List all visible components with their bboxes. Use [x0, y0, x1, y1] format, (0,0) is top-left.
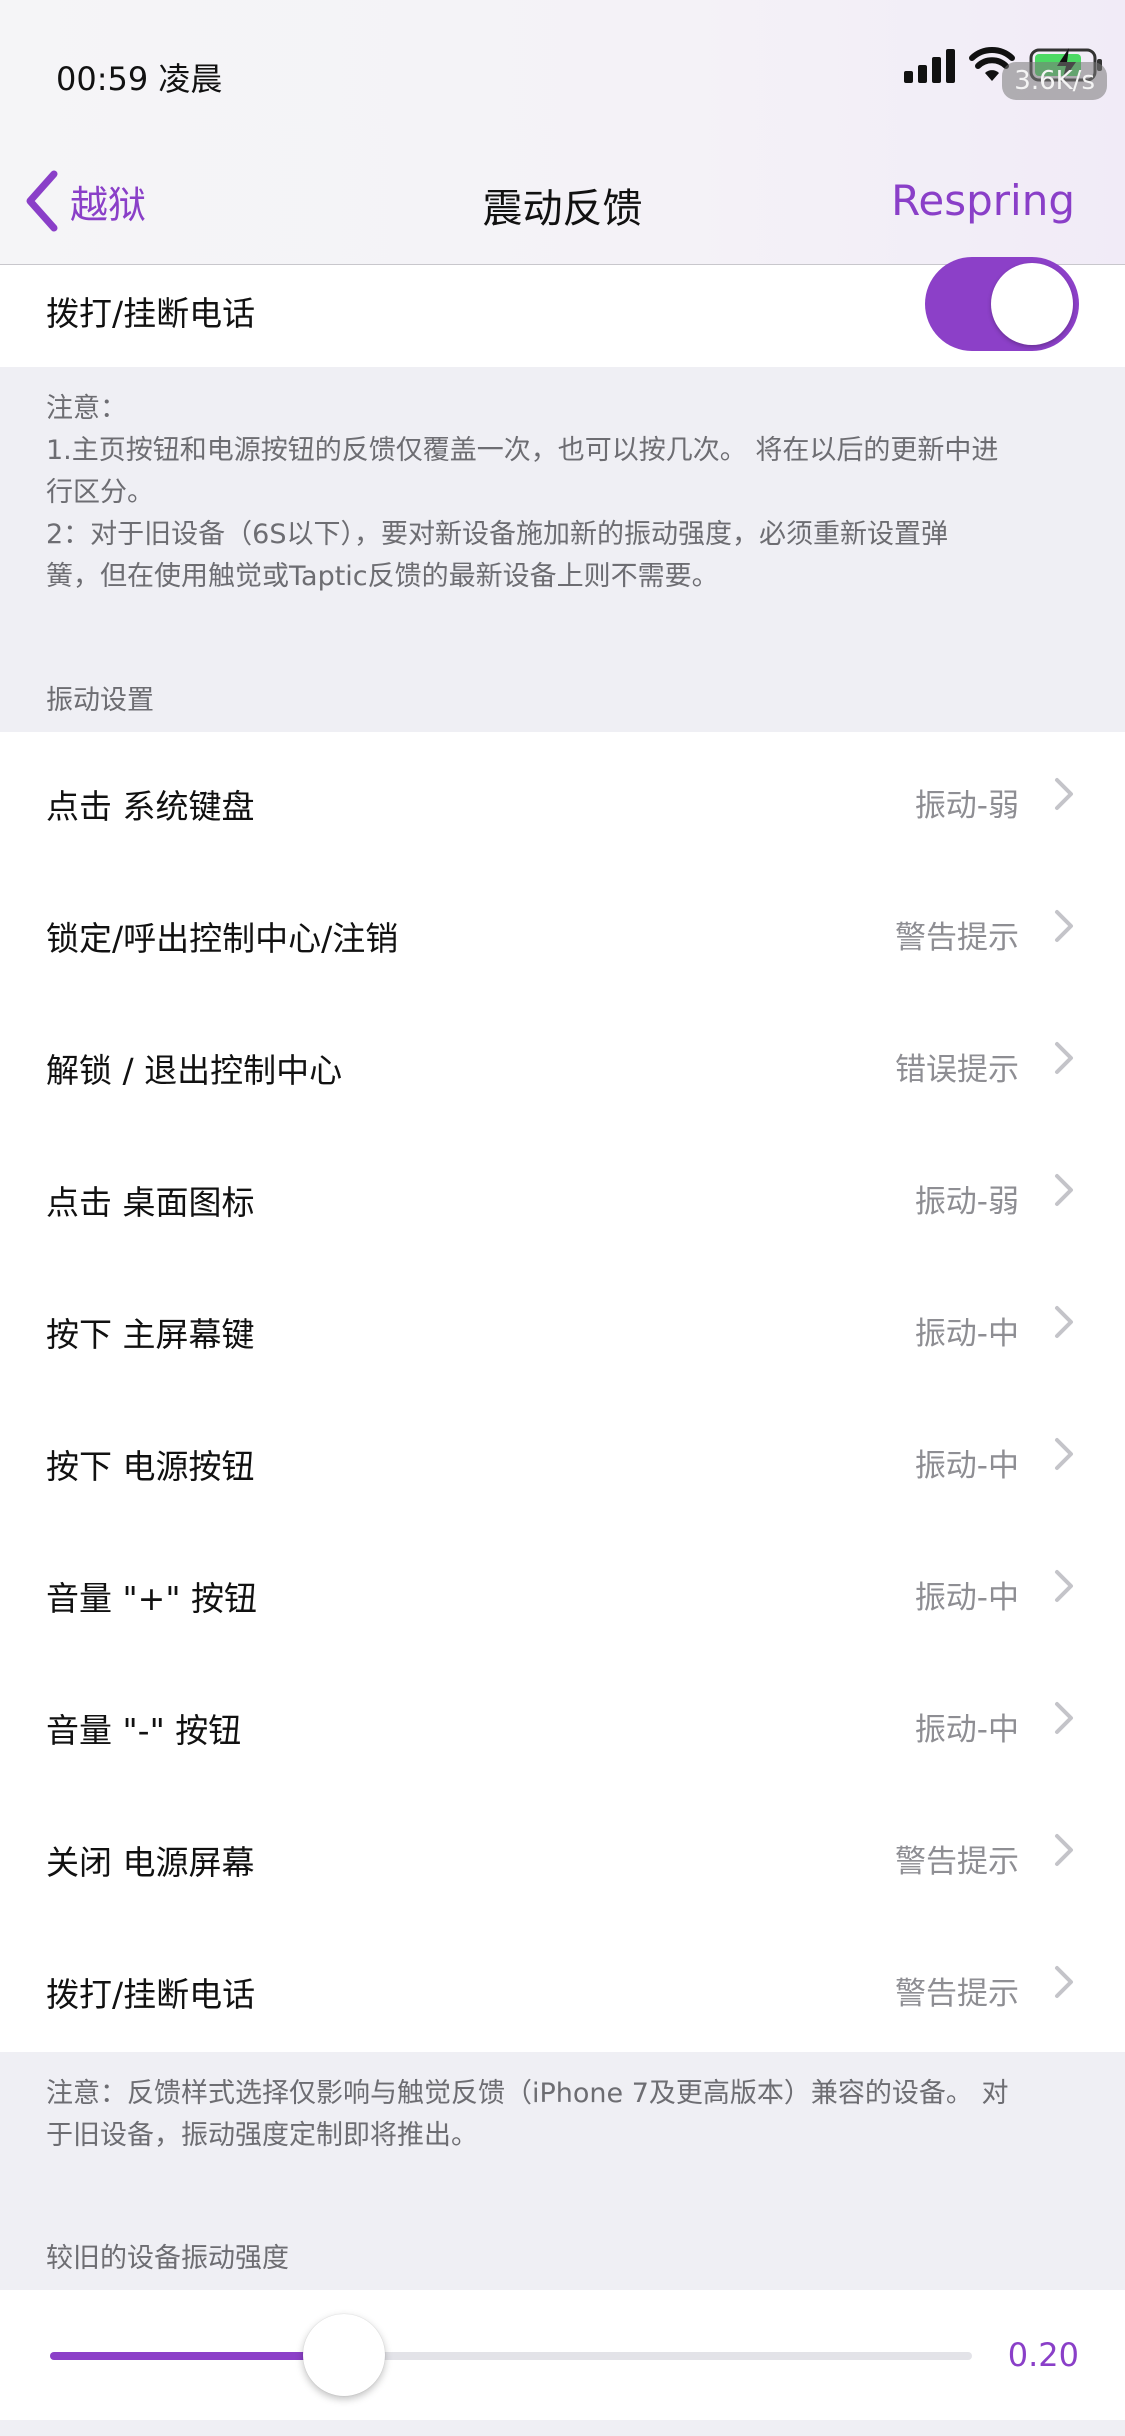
setting-label: 拨打/挂断电话 [46, 1975, 256, 2014]
section-header-vibration: 振动设置 [46, 685, 154, 716]
note-line: 注意： [46, 393, 127, 424]
note-line: 于旧设备，振动强度定制即将推出。 [46, 2120, 478, 2151]
setting-value: 振动-中 [914, 1712, 1019, 1748]
slider-value-label: 0.20 [1007, 2336, 1079, 2374]
setting-row-power-screen[interactable]: 关闭 电源屏幕 警告提示 [0, 1788, 1125, 1920]
chevron-right-icon [1055, 778, 1073, 810]
setting-label: 点击 系统键盘 [46, 787, 255, 826]
setting-label: 音量 "-" 按钮 [46, 1711, 242, 1750]
slider-track[interactable] [50, 2352, 972, 2360]
chevron-right-icon [1055, 1834, 1073, 1866]
call-toggle-row: 拨打/挂断电话 [0, 257, 1125, 367]
status-bar: 00:59 凌晨 3.6K/s [0, 0, 1125, 150]
slider-fill [50, 2352, 345, 2360]
navigation-bar: 越狱 震动反馈 Respring [0, 150, 1125, 265]
setting-label: 解锁 / 退出控制中心 [46, 1051, 343, 1090]
setting-value: 警告提示 [895, 1976, 1019, 2012]
setting-row-home-button[interactable]: 按下 主屏幕键 振动-中 [0, 1260, 1125, 1392]
setting-label: 关闭 电源屏幕 [46, 1843, 255, 1882]
setting-value: 振动-弱 [914, 788, 1019, 824]
setting-row-power-button[interactable]: 按下 电源按钮 振动-中 [0, 1392, 1125, 1524]
setting-value: 振动-中 [914, 1316, 1019, 1352]
setting-row-unlock[interactable]: 解锁 / 退出控制中心 错误提示 [0, 996, 1125, 1128]
setting-value: 振动-中 [914, 1448, 1019, 1484]
note-haptic-info: 注意：反馈样式选择仅影响与触觉反馈（iPhone 7及更高版本）兼容的设备。 对… [46, 2073, 1076, 2157]
setting-value: 振动-弱 [914, 1184, 1019, 1220]
setting-row-volume-up[interactable]: 音量 "+" 按钮 振动-中 [0, 1524, 1125, 1656]
vibration-settings-list: 点击 系统键盘 振动-弱 锁定/呼出控制中心/注销 警告提示 解锁 / 退出控制… [0, 732, 1125, 2052]
setting-value: 振动-中 [914, 1580, 1019, 1616]
setting-label: 锁定/呼出控制中心/注销 [46, 919, 399, 958]
chevron-right-icon [1055, 910, 1073, 942]
chevron-right-icon [1055, 1306, 1073, 1338]
slider-thumb[interactable] [303, 2314, 386, 2396]
setting-row-call[interactable]: 拨打/挂断电话 警告提示 [0, 1920, 1125, 2052]
chevron-right-icon [1055, 1570, 1073, 1602]
chevron-right-icon [1055, 1042, 1073, 1074]
setting-label: 按下 主屏幕键 [46, 1315, 255, 1354]
note-line: 注意：反馈样式选择仅影响与触觉反馈（iPhone 7及更高版本）兼容的设备。 对 [46, 2078, 1009, 2109]
note-line: 行区分。 [46, 477, 154, 508]
note-line: 2：对于旧设备（6S以下），要对新设备施加新的振动强度，必须重新设置弹 [46, 519, 948, 550]
network-speed-badge: 3.6K/s [1002, 62, 1107, 100]
chevron-right-icon [1055, 1438, 1073, 1470]
chevron-right-icon [1055, 1966, 1073, 1998]
old-device-strength-slider-row: 0.20 [0, 2290, 1125, 2420]
toggle-knob [991, 263, 1073, 345]
note-line: 1.主页按钮和电源按钮的反馈仅覆盖一次，也可以按几次。 将在以后的更新中进 [46, 435, 999, 466]
call-feedback-toggle[interactable] [925, 257, 1079, 351]
setting-label: 音量 "+" 按钮 [46, 1579, 257, 1618]
setting-label: 点击 桌面图标 [46, 1183, 255, 1222]
setting-label: 按下 电源按钮 [46, 1447, 255, 1486]
respring-button[interactable]: Respring [891, 176, 1075, 225]
note-feedback-info: 注意： 1.主页按钮和电源按钮的反馈仅覆盖一次，也可以按几次。 将在以后的更新中… [46, 388, 1076, 598]
setting-row-volume-down[interactable]: 音量 "-" 按钮 振动-中 [0, 1656, 1125, 1788]
setting-row-keyboard[interactable]: 点击 系统键盘 振动-弱 [0, 732, 1125, 864]
status-time: 00:59 凌晨 [56, 60, 223, 98]
chevron-right-icon [1055, 1174, 1073, 1206]
setting-value: 错误提示 [895, 1052, 1019, 1088]
setting-value: 警告提示 [895, 920, 1019, 956]
note-line: 簧，但在使用触觉或Taptic反馈的最新设备上则不需要。 [46, 561, 719, 592]
call-toggle-label: 拨打/挂断电话 [46, 294, 256, 333]
setting-row-lock[interactable]: 锁定/呼出控制中心/注销 警告提示 [0, 864, 1125, 996]
section-header-old-device: 较旧的设备振动强度 [46, 2243, 289, 2274]
cellular-signal-icon [904, 47, 955, 83]
chevron-right-icon [1055, 1702, 1073, 1734]
setting-row-desktop-icon[interactable]: 点击 桌面图标 振动-弱 [0, 1128, 1125, 1260]
setting-value: 警告提示 [895, 1844, 1019, 1880]
